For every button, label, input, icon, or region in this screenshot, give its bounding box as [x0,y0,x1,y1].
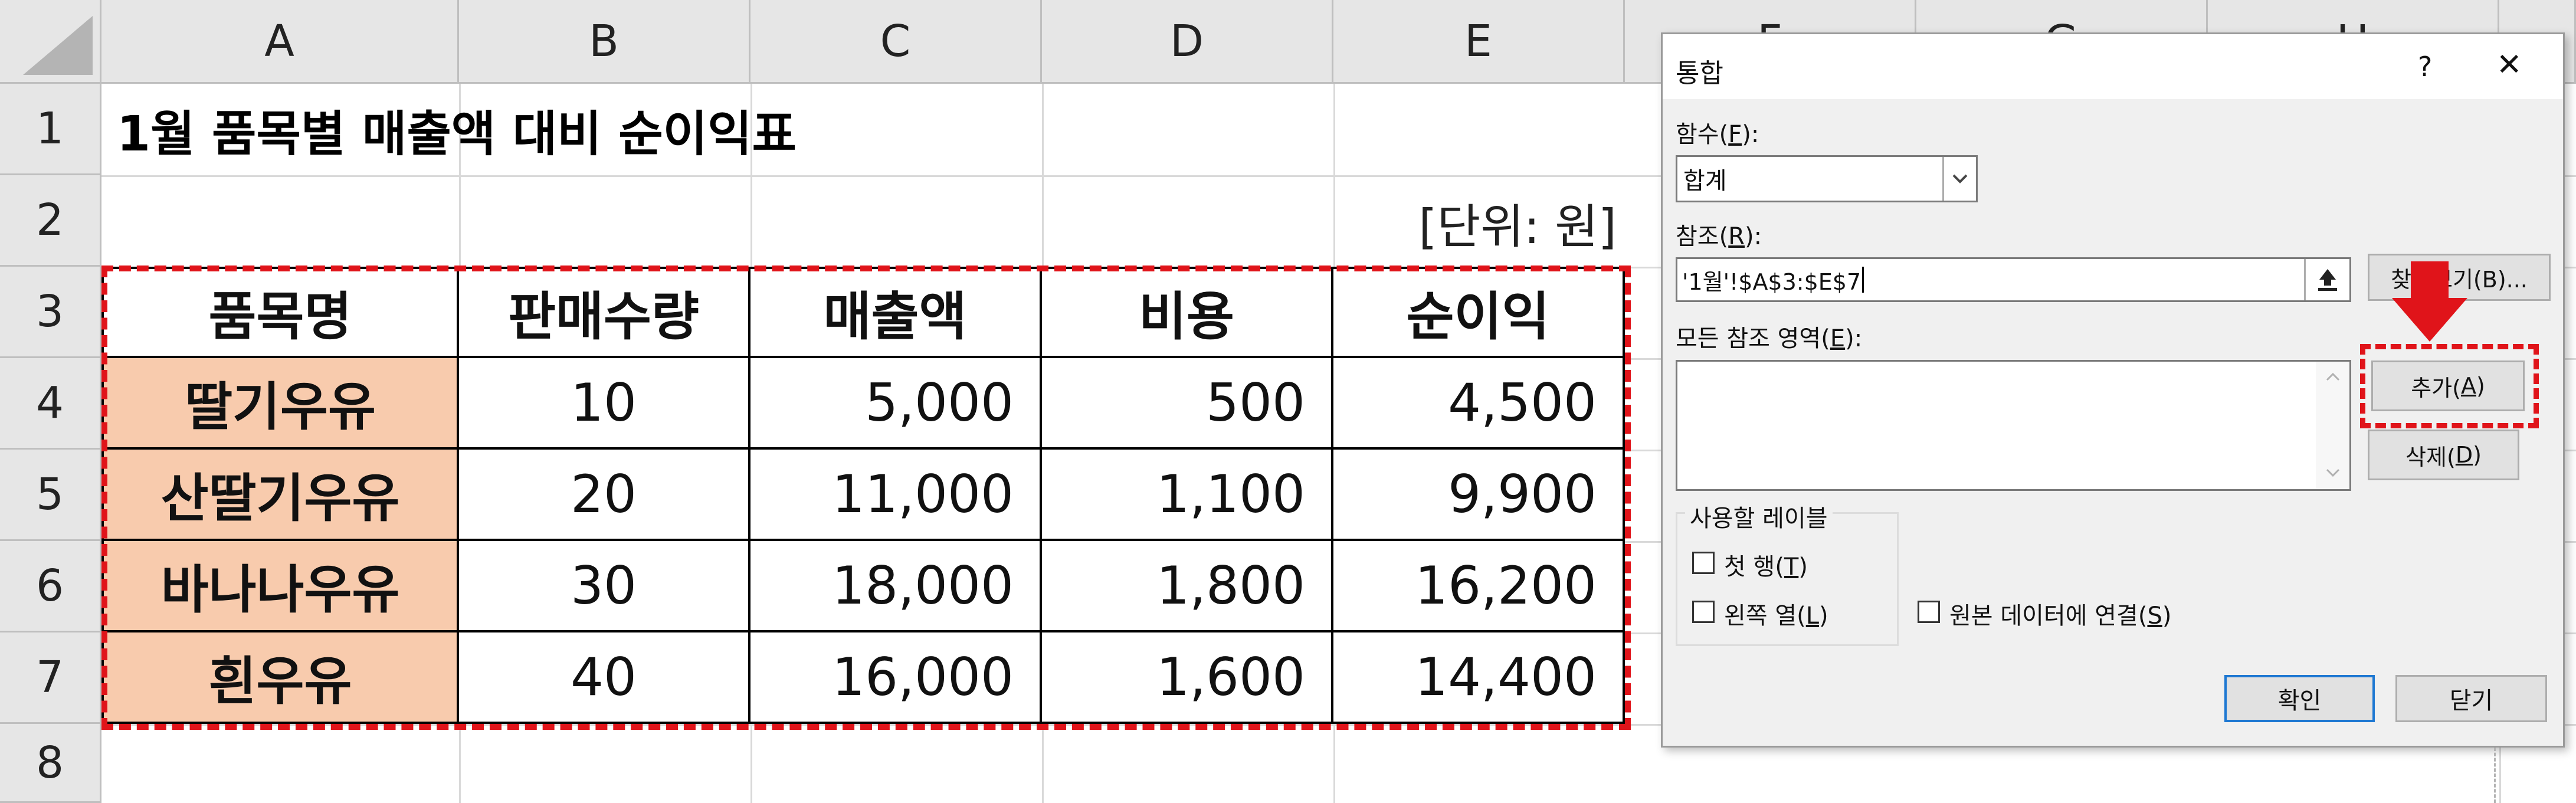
row-header-7[interactable]: 7 [0,632,101,724]
gridline [1333,724,1335,803]
reference-label: 참조(R): [1676,223,1762,250]
gridline [1042,724,1044,803]
scroll-down-icon[interactable] [2325,468,2341,477]
row-header-3[interactable]: 3 [0,267,101,358]
reference-value: '1월'!$A$3:$E$7 [1682,268,1861,295]
top-row-checkbox[interactable] [1692,552,1715,574]
all-references-list[interactable] [1676,360,2351,491]
dialog-title: 통합 [1676,58,1723,89]
list-scrollbar[interactable] [2316,362,2349,489]
top-row-label: 첫 행(T) [1724,553,1808,581]
selection-highlight [101,266,1631,730]
close-icon[interactable]: ✕ [2496,47,2522,83]
ok-button[interactable]: 확인 [2224,675,2375,722]
column-header-a[interactable]: A [101,0,459,84]
close-button[interactable]: 닫기 [2395,675,2547,722]
row-header-4[interactable]: 4 [0,358,101,450]
gridline [459,724,461,803]
delete-button[interactable]: 삭제(D) [2368,430,2519,480]
all-references-label: 모든 참조 영역(E): [1676,325,1863,352]
select-all-corner[interactable] [0,0,101,84]
scroll-up-icon[interactable] [2325,372,2341,382]
row-header-5[interactable]: 5 [0,450,101,541]
gridline [1333,84,1335,267]
gridline [750,724,752,803]
chevron-down-icon[interactable] [1942,157,1976,201]
gridline [1042,84,1044,267]
add-button-highlight [2360,344,2539,428]
column-header-e[interactable]: E [1333,0,1625,84]
column-header-b[interactable]: B [459,0,750,84]
left-column-label: 왼쪽 열(L) [1724,602,1828,630]
column-edge-marker [2494,748,2496,803]
collapse-dialog-icon[interactable] [2304,259,2349,300]
unit-label[interactable]: [단위: 원] [1345,189,1617,257]
column-header-d[interactable]: D [1042,0,1333,84]
column-header-c[interactable]: C [750,0,1042,84]
labels-group-title: 사용할 레이블 [1685,499,1833,533]
link-source-checkbox[interactable] [1918,601,1940,623]
help-button[interactable]: ? [2418,51,2432,83]
row-header-8[interactable]: 8 [0,724,101,803]
reference-input[interactable]: '1월'!$A$3:$E$7 [1676,257,2351,302]
left-column-checkbox[interactable] [1692,601,1715,623]
consolidate-dialog: 통합 ? ✕ 함수(F): 합계 참조(R): '1월'!$A$3:$E$7 찾… [1661,32,2565,748]
text-cursor [1862,267,1864,293]
row-header-1[interactable]: 1 [0,84,101,175]
function-label: 함수(F): [1676,121,1759,148]
arrow-down-icon [2392,261,2467,342]
row-header-2[interactable]: 2 [0,175,101,267]
sheet-title[interactable]: 1월 품목별 매출액 대비 순이익표 [117,94,797,165]
function-select[interactable]: 합계 [1676,155,1978,202]
row-header-6[interactable]: 6 [0,541,101,632]
function-value: 합계 [1683,168,1727,195]
link-source-label: 원본 데이터에 연결(S) [1949,602,2172,630]
